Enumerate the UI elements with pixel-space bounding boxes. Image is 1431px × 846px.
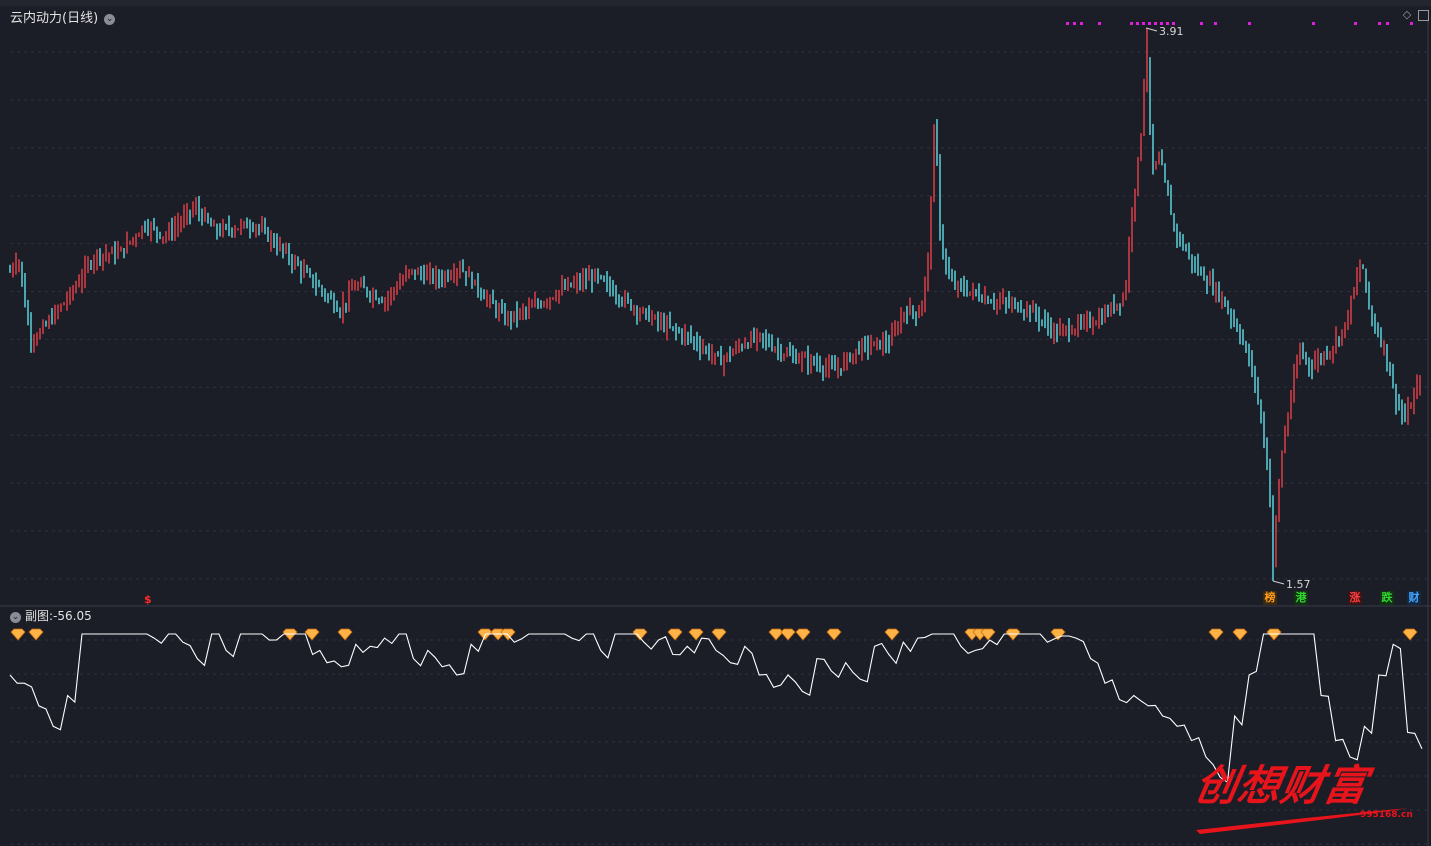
top-marker — [1354, 22, 1357, 25]
badge-zhang[interactable]: 涨 — [1348, 591, 1362, 605]
sub-panel-title[interactable]: ⌄ 副图:-56.05 — [10, 607, 92, 624]
diamond-signal — [337, 628, 353, 641]
candlestick-series — [9, 28, 1421, 581]
top-marker — [1312, 22, 1315, 25]
diamond-signal — [1208, 628, 1224, 641]
top-marker — [1200, 22, 1203, 25]
watermark-swoosh — [1196, 808, 1410, 834]
high-price-label: 3.91 — [1159, 25, 1184, 38]
top-marker — [1410, 22, 1413, 25]
badge-bang[interactable]: 榜 — [1263, 591, 1277, 605]
diamond-signal — [1402, 628, 1418, 641]
panel-toggle-icon[interactable] — [1418, 10, 1429, 21]
diamond-signal — [768, 628, 784, 641]
badge-cai[interactable]: 财 — [1407, 591, 1421, 605]
main-panel-title[interactable]: 云内动力(日线) ⌄ — [10, 7, 116, 26]
diamond-signal — [795, 628, 811, 641]
diamond-signal — [826, 628, 842, 641]
diamond-signal — [780, 628, 796, 641]
diamond-tool-icon[interactable]: ◇ — [1401, 9, 1413, 21]
top-marker — [1098, 22, 1101, 25]
top-marker — [1214, 22, 1217, 25]
top-marker — [1130, 22, 1133, 25]
diamond-signal — [980, 628, 996, 641]
top-signal-markers — [1066, 22, 1413, 25]
diamond-signal — [28, 628, 44, 641]
top-marker — [1066, 22, 1069, 25]
top-marker — [1080, 22, 1083, 25]
sub-panel-name: 副图 — [25, 609, 50, 623]
top-marker — [1386, 22, 1389, 25]
diamond-signal — [1050, 628, 1066, 641]
signal-mark: $ — [144, 593, 152, 606]
chevron-down-icon[interactable]: ⌄ — [10, 612, 21, 623]
chart-title: 云内动力(日线) — [10, 11, 99, 26]
badge-gang[interactable]: 港 — [1294, 591, 1308, 605]
diamond-signal — [10, 628, 26, 641]
sub-panel-value: :-56.05 — [49, 609, 92, 623]
diamond-signal — [1232, 628, 1248, 641]
diamond-signal — [667, 628, 683, 641]
watermark-url: 995168.cn — [1360, 810, 1413, 820]
diamond-signal — [711, 628, 727, 641]
top-marker — [1154, 22, 1157, 25]
low-price-label: 1.57 — [1286, 578, 1311, 591]
diamond-signals — [10, 628, 1418, 641]
top-marker — [1148, 22, 1151, 25]
top-marker — [1248, 22, 1251, 25]
badge-die[interactable]: 跌 — [1380, 591, 1394, 605]
top-marker — [1073, 22, 1076, 25]
diamond-signal — [884, 628, 900, 641]
chart-grid — [10, 51, 1428, 845]
top-marker — [1136, 22, 1139, 25]
chart-canvas: 3.91 1.57 — [0, 20, 1431, 846]
top-marker — [1142, 22, 1145, 25]
low-leader — [1272, 580, 1285, 585]
chevron-down-icon[interactable]: ⌄ — [104, 14, 116, 25]
watermark-logo: 创想财富 995168.cn — [1190, 752, 1415, 836]
top-marker — [1378, 22, 1381, 25]
